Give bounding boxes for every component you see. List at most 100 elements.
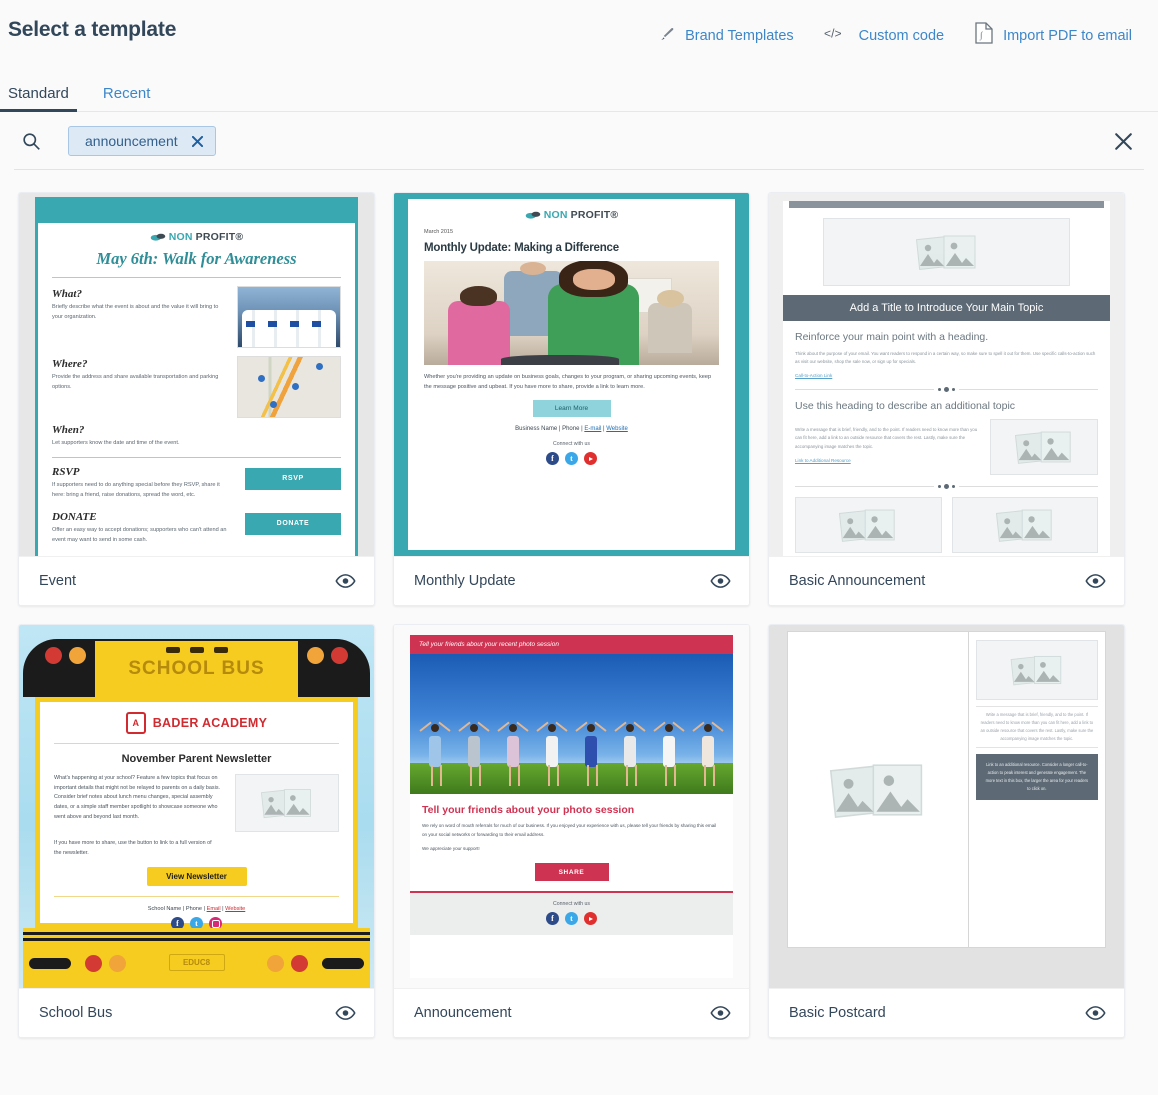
event-rsvp-button: RSVP — [245, 467, 341, 490]
event-body-what: Briefly describe what the event is about… — [52, 304, 219, 320]
learn-more-button: Learn More — [532, 400, 611, 418]
eye-icon[interactable] — [710, 574, 731, 588]
code-icon: </> — [824, 25, 850, 46]
monthly-footer-links: Business Name | Phone | E-mail | Website — [424, 426, 719, 432]
brand-templates-action[interactable]: Brand Templates — [659, 25, 794, 47]
footer-school-name: School Name | Phone | — [147, 906, 207, 913]
template-thumbnail: Add a Title to Introduce Your Main Topic… — [769, 193, 1124, 557]
template-card-footer: Monthly Update — [394, 557, 749, 605]
brand-templates-label: Brand Templates — [685, 27, 794, 44]
template-card-basic-announcement[interactable]: Add a Title to Introduce Your Main Topic… — [768, 192, 1125, 606]
monthly-date: March 2015 — [424, 229, 454, 235]
template-card-basic-postcard[interactable]: Write a message that is brief, friendly,… — [768, 624, 1125, 1038]
section-divider — [783, 387, 1110, 393]
school-footer-links: School Name | Phone | Email | Website — [54, 906, 339, 912]
search-bar: announcement — [0, 112, 1158, 170]
postcard-cta-box: Link to an additional resource. Consider… — [975, 753, 1098, 800]
header-actions: Brand Templates </> Custom code ∫ Import… — [659, 8, 1132, 49]
template-card-monthly-update[interactable]: NON PROFIT® March 2015 Monthly Update: Ma… — [393, 192, 750, 606]
announcement-body-1: We rely on word of mouth referrals for m… — [422, 823, 717, 837]
basic-postcard-template-preview: Write a message that is brief, friendly,… — [769, 625, 1124, 988]
newsletter-body-2: If you have more to share, use the butto… — [54, 840, 212, 856]
school-bus-template-preview: SCHOOL BUS A BADER ACADEMY November Pare… — [19, 625, 374, 988]
template-card-event[interactable]: NON PROFIT® May 6th: Walk for Awareness W… — [18, 192, 375, 606]
image-placeholder — [823, 218, 1070, 286]
announcement-body-2: We appreciate your support! — [422, 846, 480, 852]
basic-announcement-heading-2: Use this heading to describe an addition… — [795, 400, 1016, 413]
template-thumbnail: NON PROFIT® May 6th: Walk for Awareness W… — [19, 193, 374, 557]
template-thumbnail: Tell your friends about your recent phot… — [394, 625, 749, 989]
template-thumbnail: NON PROFIT® March 2015 Monthly Update: Ma… — [394, 193, 749, 557]
tab-recent[interactable]: Recent — [103, 85, 151, 112]
eye-icon[interactable] — [335, 1006, 356, 1020]
postcard-image-area — [788, 632, 969, 947]
announcement-banner: Tell your friends about your recent phot… — [410, 635, 733, 654]
template-card-footer: School Bus — [19, 989, 374, 1037]
image-placeholder — [795, 497, 942, 554]
eye-icon[interactable] — [1085, 574, 1106, 588]
footer-email-link: E-mail — [584, 426, 602, 433]
search-filter-chip[interactable]: announcement — [68, 126, 216, 156]
announcement-footer: Connect with us f t — [410, 893, 733, 936]
image-placeholder — [975, 640, 1098, 700]
image-placeholder — [951, 497, 1098, 554]
template-title: Announcement — [414, 1005, 512, 1021]
share-button: SHARE — [534, 863, 609, 882]
import-pdf-action[interactable]: ∫ Import PDF to email — [974, 22, 1132, 49]
footer-email-link: Email — [206, 906, 221, 913]
monthly-headline: Monthly Update: Making a Difference — [424, 242, 619, 254]
bus-plate-number: EDUC8 — [168, 954, 225, 971]
view-newsletter-button: View Newsletter — [146, 867, 247, 887]
basic-announcement-body-1: Think about the purpose of your email. Y… — [795, 351, 1096, 365]
academy-logo: A BADER ACADEMY — [54, 712, 339, 734]
academy-badge: A — [125, 712, 146, 734]
import-pdf-label: Import PDF to email — [1003, 27, 1132, 44]
event-body-where: Provide the address and share available … — [52, 374, 219, 390]
close-icon[interactable] — [191, 135, 203, 147]
event-map-image — [237, 356, 341, 418]
event-section-when: When? — [52, 424, 85, 436]
nonprofit-logo: NON PROFIT® — [424, 209, 719, 221]
friends-photo — [410, 654, 733, 794]
announcement-headline: Tell your friends about your photo sessi… — [422, 804, 635, 816]
template-title: Basic Postcard — [789, 1005, 886, 1021]
basic-announcement-body-2: Write a message that is brief, friendly,… — [795, 427, 978, 449]
additional-resource-link: Link to Additional Resource — [795, 457, 851, 463]
clear-search-button[interactable] — [1110, 128, 1136, 154]
custom-code-action[interactable]: </> Custom code — [824, 25, 944, 46]
basic-announcement-heading-1: Reinforce your main point with a heading… — [795, 331, 989, 343]
tab-standard[interactable]: Standard — [0, 85, 77, 112]
template-tabs: Standard Recent — [0, 72, 1158, 112]
youtube-icon — [584, 912, 597, 926]
facebook-icon: f — [546, 912, 559, 926]
eye-icon[interactable] — [710, 1006, 731, 1020]
newsletter-headline: November Parent Newsletter — [121, 753, 272, 765]
postcard-body: Write a message that is brief, friendly,… — [975, 706, 1098, 748]
template-card-announcement[interactable]: Tell your friends about your recent phot… — [393, 624, 750, 1038]
template-card-footer: Basic Announcement — [769, 557, 1124, 605]
footer-website-link: Website — [606, 426, 628, 433]
event-crowd-photo — [237, 286, 341, 348]
classroom-photo — [424, 261, 719, 365]
template-title: Monthly Update — [414, 573, 516, 589]
bus-label: SCHOOL BUS — [128, 658, 265, 679]
newsletter-body-1: What's happening at your school? Feature… — [54, 775, 221, 820]
event-template-preview: NON PROFIT® May 6th: Walk for Awareness W… — [19, 193, 374, 556]
search-icon[interactable] — [16, 132, 46, 151]
footer-website-link: Website — [225, 906, 246, 913]
logo-non: NON — [543, 209, 568, 221]
twitter-icon: t — [565, 912, 578, 926]
event-body-donate: Offer an easy way to accept donations; s… — [52, 526, 227, 543]
page-header: Select a template Brand Templates </> Cu… — [0, 0, 1158, 72]
basic-announcement-template-preview: Add a Title to Introduce Your Main Topic… — [769, 193, 1124, 556]
announcement-template-preview: Tell your friends about your recent phot… — [394, 625, 749, 988]
svg-text:</>: </> — [824, 26, 842, 40]
basic-announcement-band-title: Add a Title to Introduce Your Main Topic — [783, 295, 1110, 321]
custom-code-label: Custom code — [858, 27, 945, 44]
eye-icon[interactable] — [1085, 1006, 1106, 1020]
event-body-when: Let supporters know the date and time of… — [52, 440, 180, 446]
call-to-action-link: Call-to-Action Link — [795, 373, 833, 379]
template-card-school-bus[interactable]: SCHOOL BUS A BADER ACADEMY November Pare… — [18, 624, 375, 1038]
event-donate-button: DONATE — [245, 512, 341, 535]
eye-icon[interactable] — [335, 574, 356, 588]
